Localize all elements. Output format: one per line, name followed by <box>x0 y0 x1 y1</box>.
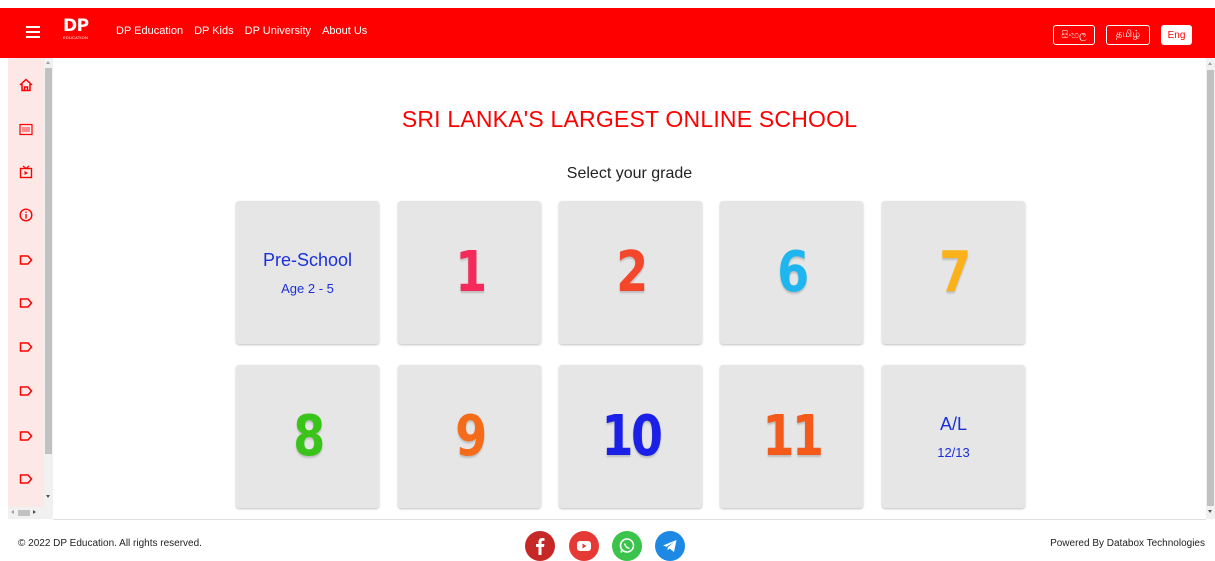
grade-number: 7 <box>938 239 971 305</box>
copyright-text: © 2022 DP Education. All rights reserved… <box>18 538 202 549</box>
grade-number: 11 <box>762 403 823 469</box>
tag-icon[interactable] <box>19 253 33 267</box>
grade-number: 9 <box>454 403 487 469</box>
logo-sub-text: EDUCATION <box>63 35 89 40</box>
grade-tile-6[interactable]: 6 <box>720 201 863 344</box>
page-scroll-down-arrow-icon[interactable] <box>1208 510 1212 513</box>
page-scroll-thumb[interactable] <box>1207 70 1214 506</box>
tv-icon[interactable] <box>19 165 33 179</box>
tag-icon[interactable] <box>19 384 33 398</box>
home-icon[interactable] <box>19 78 33 92</box>
youtube-icon[interactable] <box>569 531 599 561</box>
facebook-icon[interactable] <box>525 531 555 561</box>
grade-number: 1 <box>454 239 487 305</box>
grade-label: Pre-School <box>262 249 353 270</box>
grade-number: 8 <box>292 403 325 469</box>
grade-label: A/L <box>939 413 968 434</box>
grade-tile-8[interactable]: 8 <box>236 365 379 508</box>
whatsapp-icon[interactable] <box>612 531 642 561</box>
scroll-down-arrow-icon[interactable] <box>46 495 50 498</box>
tag-icon[interactable] <box>19 340 33 354</box>
tag-icon[interactable] <box>19 296 33 310</box>
scroll-left-arrow-icon[interactable] <box>11 510 14 514</box>
logo-main-text: DP <box>63 16 89 36</box>
grade-tile-1[interactable]: 1 <box>398 201 541 344</box>
grade-sub-label: 12/13 <box>937 444 970 460</box>
scroll-up-arrow-icon[interactable] <box>46 61 50 64</box>
grade-number: 2 <box>615 239 648 305</box>
page-scroll-up-arrow-icon[interactable] <box>1208 62 1212 65</box>
telegram-icon[interactable] <box>655 531 685 561</box>
grade-tile-2[interactable]: 2 <box>559 201 702 344</box>
info-icon[interactable] <box>19 208 33 222</box>
calendar-icon[interactable] <box>19 122 33 136</box>
hamburger-menu-icon[interactable] <box>26 23 42 43</box>
page-headline: SRI LANKA'S LARGEST ONLINE SCHOOL <box>401 106 858 132</box>
grade-tile-7[interactable]: 7 <box>882 201 1025 344</box>
nav-dp-kids[interactable]: DP Kids <box>194 25 234 37</box>
top-navbar: DP EDUCATION DP Education DP Kids DP Uni… <box>0 8 1215 58</box>
grade-number: 10 <box>601 403 662 469</box>
footer-divider <box>53 519 1206 520</box>
grade-sub-label: Age 2 - 5 <box>281 280 334 296</box>
grade-number: 6 <box>776 239 809 305</box>
dp-logo[interactable]: DP EDUCATION <box>63 18 95 48</box>
page-vertical-scrollbar[interactable] <box>1206 58 1215 519</box>
nav-dp-university[interactable]: DP University <box>245 25 311 37</box>
nav-dp-education[interactable]: DP Education <box>116 25 183 37</box>
tag-icon[interactable] <box>19 429 33 443</box>
horizontal-scroll-thumb[interactable] <box>18 510 30 516</box>
select-grade-label: Select your grade <box>566 165 693 182</box>
grade-tile-9[interactable]: 9 <box>398 365 541 508</box>
lang-tamil-button[interactable]: தமிழ் <box>1106 25 1150 45</box>
nav-about-us[interactable]: About Us <box>322 25 367 37</box>
grade-tile-10[interactable]: 10 <box>559 365 702 508</box>
powered-by-text: Powered By Databox Technologies <box>1050 538 1205 549</box>
sidebar-scroll-thumb[interactable] <box>45 68 52 454</box>
tag-icon[interactable] <box>19 472 33 486</box>
grade-tile-11[interactable]: 11 <box>720 365 863 508</box>
sidebar-vertical-scrollbar[interactable] <box>44 58 53 519</box>
grade-tile-pre-school[interactable]: Pre-School Age 2 - 5 <box>236 201 379 344</box>
sidebar <box>8 58 44 519</box>
scroll-right-arrow-icon[interactable] <box>33 510 36 514</box>
lang-english-button[interactable]: Eng <box>1161 25 1192 45</box>
grade-tile-al[interactable]: A/L 12/13 <box>882 365 1025 508</box>
sidebar-horizontal-scrollbar[interactable] <box>8 507 53 519</box>
main-nav: DP Education DP Kids DP University About… <box>116 25 378 37</box>
lang-sinhala-button[interactable]: සිංහල <box>1053 25 1095 45</box>
